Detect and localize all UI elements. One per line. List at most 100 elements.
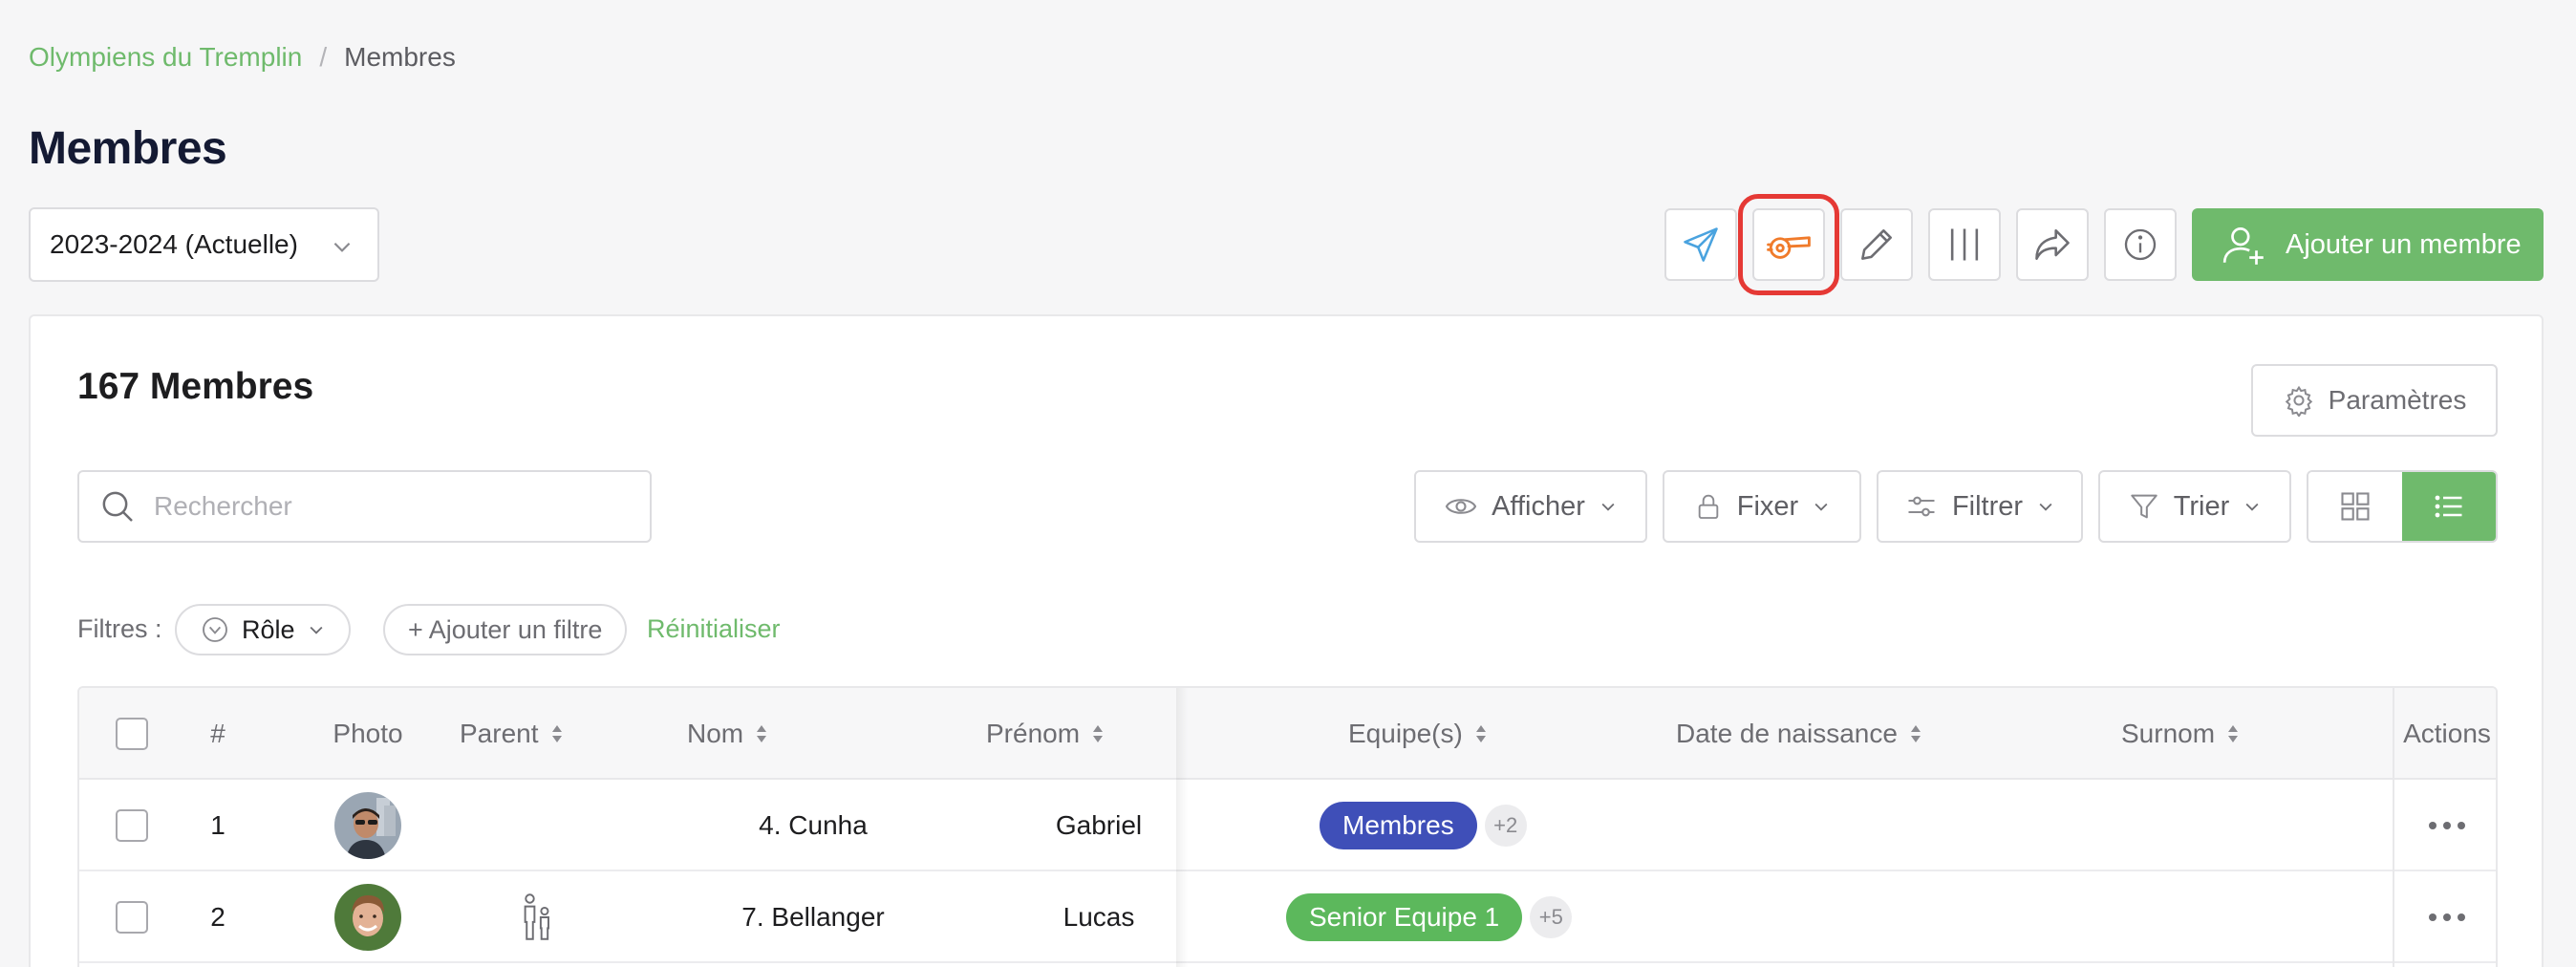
search-input[interactable] — [154, 491, 612, 522]
add-member-label: Ajouter un membre — [2286, 228, 2522, 260]
list-view-button[interactable] — [2402, 472, 2496, 541]
row-lastname: 4. Cunha — [759, 810, 868, 840]
row-teams-cell: Senior Equipe 1 +5 — [1286, 871, 1573, 963]
header-teams-label: Equipe(s) — [1348, 719, 1463, 748]
filter-label: Filtrer — [1951, 490, 2024, 522]
header-birthdate[interactable]: Date de naissance — [1676, 688, 1922, 780]
filter-button[interactable]: Filtrer — [1877, 470, 2083, 543]
members-card: 167 Membres Paramètres Afficher Fixer Fi… — [29, 314, 2544, 967]
actions-column-divider — [2393, 688, 2394, 967]
send-icon — [1684, 227, 1718, 262]
row-checkbox-cell — [116, 780, 148, 871]
extra-teams-badge[interactable]: +2 — [1484, 805, 1527, 847]
row-firstname: Gabriel — [1055, 810, 1143, 840]
table-header: # Photo Parent Nom Prénom Equipe(s) Date… — [79, 688, 2496, 780]
pin-button[interactable]: Fixer — [1663, 470, 1861, 543]
chevron-down-icon — [310, 626, 323, 634]
share-icon — [2035, 229, 2070, 260]
breadcrumb-current: Membres — [344, 42, 456, 72]
table-row[interactable]: 2 7. Bellanger Lucas Senior Equipe 1 +5 — [79, 871, 2496, 963]
header-lastname-label: Nom — [687, 719, 744, 748]
chevron-down-icon — [2245, 503, 2259, 511]
row-actions-cell — [2394, 871, 2496, 963]
header-photo: Photo — [333, 719, 403, 748]
more-actions-icon[interactable] — [2429, 822, 2465, 829]
lock-icon — [1698, 494, 1719, 519]
team-badge[interactable]: Membres — [1320, 802, 1477, 849]
send-message-button[interactable] — [1664, 208, 1737, 281]
select-all-checkbox[interactable] — [116, 718, 148, 750]
sliders-icon — [1908, 496, 1935, 517]
team-badge[interactable]: Senior Equipe 1 — [1286, 893, 1523, 941]
breadcrumb-separator: / — [319, 42, 328, 72]
edit-button[interactable] — [1840, 208, 1913, 281]
row-checkbox[interactable] — [116, 809, 148, 842]
whistle-icon — [1767, 236, 1811, 259]
header-lastname[interactable]: Nom — [687, 688, 768, 780]
parent-child-icon[interactable] — [517, 892, 555, 942]
add-filter-pill[interactable]: + Ajouter un filtre — [383, 604, 628, 655]
whistle-button[interactable] — [1738, 194, 1839, 295]
role-filter-pill[interactable]: Rôle — [175, 604, 351, 655]
members-count: 167 Membres — [77, 366, 314, 407]
pin-label: Fixer — [1736, 490, 1799, 522]
search-box[interactable] — [77, 470, 652, 543]
circle-chevron-down-icon — [203, 617, 227, 642]
sort-icon — [1910, 725, 1921, 742]
row-checkbox-cell — [116, 871, 148, 963]
pencil-icon — [1861, 229, 1892, 260]
chevron-down-icon — [2039, 503, 2052, 511]
table-row[interactable]: 1 4. Cunha Gabriel Membres +2 — [79, 780, 2496, 871]
chevron-down-icon — [333, 242, 351, 252]
extra-teams-badge[interactable]: +5 — [1530, 896, 1573, 938]
avatar[interactable] — [334, 884, 401, 951]
select-all-checkbox-cell — [116, 688, 148, 780]
breadcrumb-club-link[interactable]: Olympiens du Tremplin — [29, 42, 302, 73]
grid-view-button[interactable] — [2308, 472, 2402, 541]
row-lastname: 7. Bellanger — [741, 902, 885, 932]
header-nickname[interactable]: Surnom — [2121, 688, 2240, 780]
row-teams-cell: Membres +2 — [1320, 780, 1527, 871]
sort-label: Trier — [2173, 490, 2230, 522]
sort-icon — [1475, 725, 1486, 742]
reset-filters-link[interactable]: Réinitialiser — [647, 614, 781, 644]
share-button[interactable] — [2016, 208, 2089, 281]
sort-button[interactable]: Trier — [2098, 470, 2291, 543]
show-button[interactable]: Afficher — [1414, 470, 1647, 543]
view-toggle — [2307, 470, 2498, 543]
row-actions-cell — [2394, 780, 2496, 871]
avatar[interactable] — [334, 792, 401, 859]
add-member-button[interactable]: Ajouter un membre — [2192, 208, 2544, 281]
header-firstname[interactable]: Prénom — [986, 688, 1105, 780]
header-index: # — [210, 719, 225, 748]
columns-button[interactable] — [1928, 208, 2001, 281]
row-index: 2 — [210, 902, 225, 932]
columns-icon — [1950, 228, 1979, 261]
info-icon — [2124, 228, 2157, 261]
sort-icon — [551, 725, 562, 742]
season-select[interactable]: 2023-2024 (Actuelle) — [29, 207, 379, 282]
eye-icon — [1445, 499, 1477, 514]
sort-icon — [1093, 725, 1104, 742]
header-parent[interactable]: Parent — [460, 688, 564, 780]
settings-button[interactable]: Paramètres — [2251, 364, 2498, 437]
header-firstname-label: Prénom — [986, 719, 1081, 748]
info-button[interactable] — [2104, 208, 2177, 281]
page-title: Membres — [29, 123, 227, 174]
sort-icon — [757, 725, 767, 742]
chevron-down-icon — [1601, 503, 1615, 511]
header-nickname-label: Surnom — [2121, 719, 2216, 748]
row-firstname: Lucas — [1063, 902, 1135, 932]
add-filter-label: + Ajouter un filtre — [408, 614, 603, 644]
gear-icon — [2285, 385, 2312, 417]
more-actions-icon[interactable] — [2429, 913, 2465, 921]
parent-cell — [517, 871, 555, 963]
member-photo — [334, 792, 401, 859]
show-label: Afficher — [1492, 490, 1585, 522]
member-photo — [334, 884, 401, 951]
row-checkbox[interactable] — [116, 901, 148, 934]
members-table: # Photo Parent Nom Prénom Equipe(s) Date… — [77, 686, 2498, 967]
row-index: 1 — [210, 810, 225, 840]
search-icon — [102, 491, 133, 522]
header-teams[interactable]: Equipe(s) — [1348, 688, 1488, 780]
